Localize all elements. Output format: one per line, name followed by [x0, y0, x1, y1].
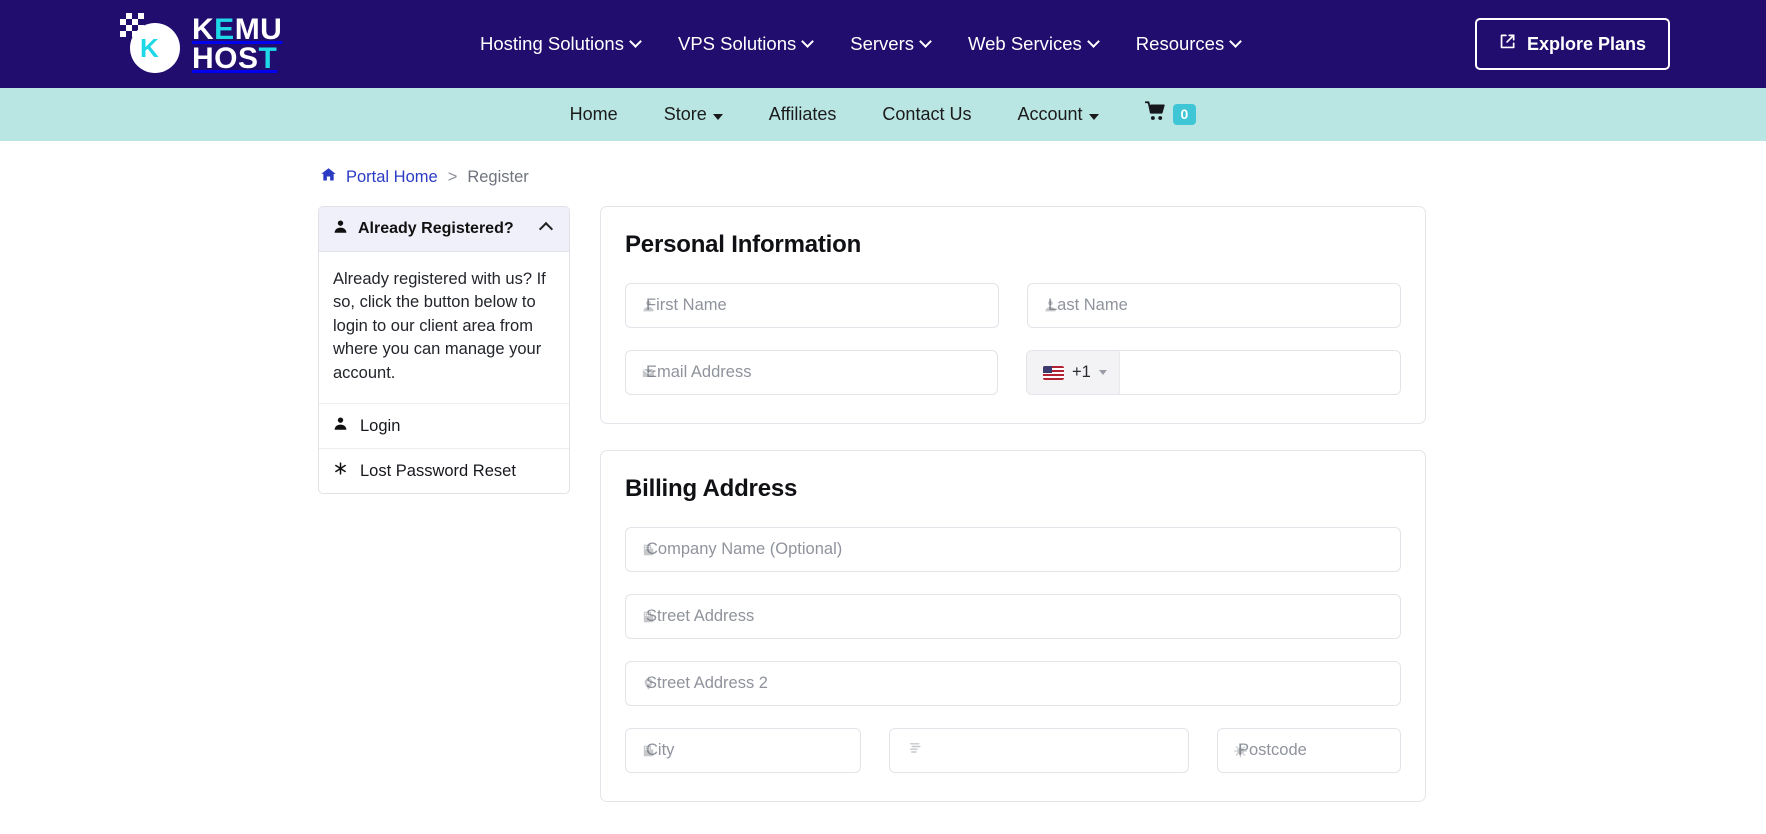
billing-address-title: Billing Address: [625, 475, 798, 502]
chevron-down-icon: [801, 34, 815, 48]
city-field: [625, 728, 861, 773]
sidebar-link-login[interactable]: Login: [319, 404, 569, 450]
secondary-navigation-bar: Home Store Affiliates Contact Us Account…: [0, 88, 1766, 141]
state-input[interactable]: [889, 728, 1189, 773]
subnav-label: Store: [663, 104, 707, 124]
logo-mark-icon: K: [120, 13, 182, 75]
logo-wordmark-line2: HOST: [192, 42, 278, 75]
subnav-item-affiliates[interactable]: Affiliates: [769, 104, 837, 125]
breadcrumb: Portal Home > Register: [320, 166, 1766, 188]
primary-menu: Hosting Solutions VPS Solutions Servers …: [480, 33, 1243, 55]
sidebar-link-label: Login: [360, 416, 401, 435]
company-name-field: [625, 527, 1401, 572]
street-address-2-row: [625, 661, 1401, 706]
city-state-postcode-row: [625, 728, 1401, 773]
phone-number-field: +1: [1026, 350, 1401, 395]
already-registered-header[interactable]: Already Registered?: [319, 207, 569, 252]
country-code-selector[interactable]: +1: [1027, 351, 1120, 394]
explore-plans-label: Explore Plans: [1526, 33, 1646, 54]
postcode-input[interactable]: [1217, 728, 1401, 773]
subnav-label: Account: [1017, 104, 1083, 124]
user-icon: [333, 416, 348, 436]
breadcrumb-current-page: Register: [467, 167, 529, 186]
nav-label: VPS Solutions: [677, 33, 797, 54]
breadcrumb-home-label: Portal Home: [346, 167, 438, 186]
email-address-input[interactable]: [625, 350, 998, 395]
postcode-field: [1217, 728, 1401, 773]
state-field: [889, 728, 1189, 773]
shopping-cart-button[interactable]: 0: [1144, 101, 1197, 128]
caret-down-icon: [1088, 113, 1099, 120]
sidebar-link-label: Lost Password Reset: [360, 461, 516, 480]
country-code-label: +1: [1072, 363, 1091, 381]
already-registered-description: Already registered with us? If so, click…: [319, 252, 569, 405]
street-address-field: [625, 594, 1401, 639]
shopping-cart-icon: [1144, 101, 1167, 128]
site-logo[interactable]: K KEMU HOST: [120, 13, 282, 75]
breadcrumb-separator: >: [447, 167, 458, 186]
user-icon: [333, 219, 348, 239]
company-row: [625, 527, 1401, 572]
nav-item-hosting-solutions[interactable]: Hosting Solutions: [480, 33, 642, 55]
company-name-input[interactable]: [625, 527, 1401, 572]
chevron-down-icon: [629, 34, 642, 48]
cart-count-badge: 0: [1172, 103, 1197, 126]
chevron-up-icon[interactable]: [538, 221, 554, 237]
email-address-field: [625, 350, 998, 395]
last-name-field: [1027, 283, 1401, 328]
street-address-2-field: [625, 661, 1401, 706]
already-registered-panel: Already Registered? Already registered w…: [318, 206, 570, 495]
last-name-input[interactable]: [1027, 283, 1401, 328]
us-flag-icon: [1043, 365, 1064, 380]
chevron-down-icon: [1229, 34, 1243, 48]
subnav-item-home[interactable]: Home: [570, 104, 618, 125]
nav-item-vps-solutions[interactable]: VPS Solutions: [677, 33, 815, 55]
chevron-down-icon: [919, 34, 932, 48]
first-name-input[interactable]: [625, 283, 999, 328]
asterisk-icon: [333, 461, 348, 481]
first-name-field: [625, 283, 999, 328]
logo-wordmark-line1: KEMU: [192, 12, 283, 46]
nav-item-web-services[interactable]: Web Services: [968, 33, 1100, 55]
subnav-label: Contact Us: [882, 104, 972, 124]
phone-number-input[interactable]: [1119, 351, 1400, 394]
subnav-item-account[interactable]: Account: [1017, 104, 1099, 125]
subnav-item-store[interactable]: Store: [664, 104, 723, 125]
logo-wordmark: KEMU HOST: [192, 12, 283, 75]
subnav-item-contact-us[interactable]: Contact Us: [882, 104, 971, 125]
nav-item-servers[interactable]: Servers: [850, 33, 932, 55]
personal-information-title: Personal Information: [625, 231, 862, 258]
subnav-label: Affiliates: [768, 104, 837, 124]
external-link-icon: [1499, 33, 1516, 55]
nav-label: Web Services: [968, 33, 1082, 54]
subnav-label: Home: [569, 104, 618, 124]
street-address-2-input[interactable]: [625, 661, 1401, 706]
nav-label: Servers: [850, 33, 914, 54]
chevron-down-icon: [1086, 34, 1100, 48]
caret-down-icon: [1098, 370, 1107, 375]
home-icon: [320, 166, 337, 188]
logo-monogram: K: [140, 33, 159, 63]
billing-address-card: Billing Address: [600, 450, 1426, 802]
sidebar-link-lost-password-reset[interactable]: Lost Password Reset: [319, 449, 569, 493]
page-content: Already Registered? Already registered w…: [0, 188, 1766, 802]
breadcrumb-portal-home-link[interactable]: Portal Home: [320, 166, 438, 188]
contact-row: +1: [625, 350, 1401, 395]
caret-down-icon: [712, 113, 723, 120]
explore-plans-button[interactable]: Explore Plans: [1474, 18, 1670, 70]
nav-label: Hosting Solutions: [480, 33, 624, 54]
city-input[interactable]: [625, 728, 861, 773]
street-address-row: [625, 594, 1401, 639]
nav-label: Resources: [1135, 33, 1225, 54]
name-row: [625, 283, 1401, 328]
personal-information-card: Personal Information First Name Last Nam…: [600, 206, 1426, 424]
already-registered-title: Already Registered?: [358, 220, 514, 237]
top-navigation-bar: K KEMU HOST Hosting Solutions VPS Soluti…: [0, 0, 1766, 88]
street-address-input[interactable]: [625, 594, 1401, 639]
nav-item-resources[interactable]: Resources: [1135, 33, 1243, 55]
registration-form: Personal Information First Name Last Nam…: [600, 206, 1426, 802]
